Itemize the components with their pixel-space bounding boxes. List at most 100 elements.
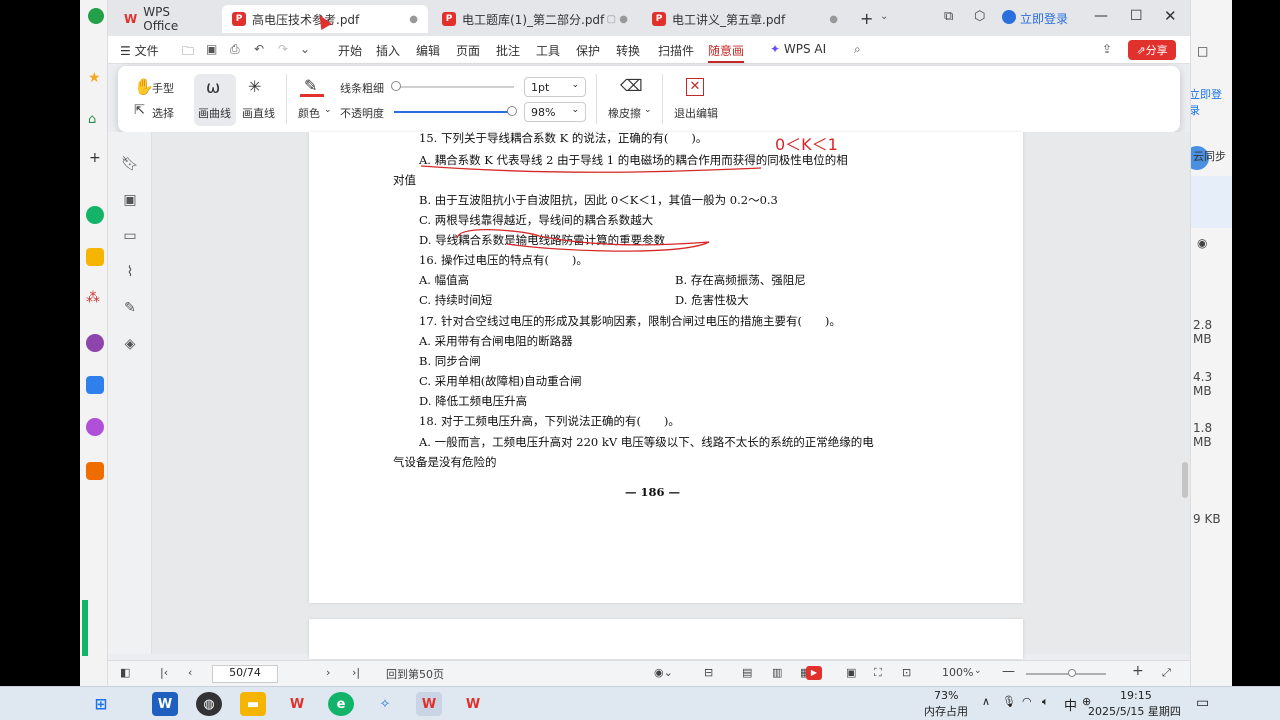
app-icon[interactable] — [86, 206, 104, 224]
zoom-value[interactable]: 100% — [942, 666, 973, 679]
line-tool-label[interactable]: 画直线 — [242, 105, 275, 121]
menu-insert[interactable]: 插入 — [376, 42, 400, 59]
windows-start-icon[interactable]: ⊞ — [88, 692, 114, 716]
minimize-icon[interactable]: □ — [1197, 44, 1208, 58]
exit-edit-label[interactable]: 退出编辑 — [674, 105, 718, 121]
chevron-down-icon[interactable]: ⌄ — [324, 105, 332, 115]
exit-edit-icon[interactable]: ✕ — [686, 78, 704, 96]
menu-freehand-draw[interactable]: 随意画 — [708, 42, 745, 63]
clock-date[interactable]: 2025/5/15 星期四 — [1088, 703, 1181, 719]
microphone-icon[interactable]: 🎙︎ — [1002, 695, 1016, 708]
cloud-upload-icon[interactable]: ⇪ — [1102, 42, 1112, 56]
menu-edit[interactable]: 编辑 — [416, 42, 440, 59]
home-icon[interactable]: ⌂ — [88, 112, 96, 127]
thumbnail-icon[interactable]: ▣ — [120, 192, 140, 212]
eraser-icon[interactable]: ⌫ — [620, 76, 643, 95]
chevron-down-icon[interactable]: ⌄ — [974, 666, 982, 676]
thickness-slider-track[interactable] — [394, 86, 514, 88]
menu-annotate[interactable]: 批注 — [496, 42, 520, 59]
menu-convert[interactable]: 转换 — [616, 42, 640, 59]
previous-page-icon[interactable]: ‹ — [188, 666, 192, 679]
tab-document[interactable]: P 电工讲义_第五章.pdf ● — [642, 5, 848, 33]
line-spark-icon[interactable]: ✳ — [248, 77, 261, 96]
attachment-icon[interactable]: ⌇ — [120, 264, 140, 284]
menu-page[interactable]: 页面 — [456, 42, 480, 59]
app-icon[interactable] — [86, 418, 104, 436]
wifi-icon[interactable]: ◠ — [1022, 695, 1032, 708]
hand-icon[interactable]: ✋ — [134, 77, 154, 96]
app-icon[interactable]: ◍ — [196, 692, 222, 716]
save-icon[interactable]: ▣ — [206, 42, 217, 56]
notification-icon[interactable]: ▭ — [1196, 695, 1209, 711]
zoom-slider[interactable] — [1026, 673, 1106, 675]
crop-icon[interactable]: ⊡ — [902, 666, 911, 679]
input-method[interactable]: 中 — [1064, 695, 1077, 714]
thickness-select[interactable]: 1pt ⌄ — [524, 77, 586, 97]
share-icon[interactable]: ⁂ — [86, 290, 104, 308]
play-icon[interactable]: ▶ — [806, 666, 822, 680]
bookmark-icon[interactable]: 🔖︎ — [120, 156, 140, 176]
thickness-slider-thumb[interactable] — [391, 81, 401, 91]
zoom-in-icon[interactable]: + — [1132, 663, 1144, 679]
fit-width-icon[interactable]: ⊟ — [704, 666, 713, 679]
app-icon[interactable] — [86, 334, 104, 352]
window-restore-icon[interactable]: ⧉ — [944, 9, 953, 24]
new-tab-icon[interactable]: + — [860, 9, 873, 28]
login-button[interactable]: 立即登录 — [1020, 10, 1068, 27]
hand-tool-label[interactable]: 手型 — [152, 80, 174, 96]
wps-active-icon[interactable]: W — [416, 692, 442, 716]
maximize-icon[interactable]: ☐ — [1130, 8, 1143, 24]
close-icon[interactable]: ● — [829, 14, 838, 25]
chevron-down-icon[interactable]: ⌄ — [880, 11, 888, 22]
wps-icon[interactable]: W — [284, 692, 310, 716]
file-explorer-icon[interactable]: ▬ — [240, 692, 266, 716]
clock-time[interactable]: 19:15 — [1120, 689, 1152, 702]
app-icon[interactable] — [86, 376, 104, 394]
close-icon[interactable]: ● — [409, 14, 418, 25]
page-number-input[interactable]: 50/74 — [212, 665, 278, 683]
opacity-slider-thumb[interactable] — [506, 106, 517, 116]
user-avatar-icon[interactable] — [1002, 10, 1016, 24]
bg-login-link[interactable]: 立即登录 — [1191, 86, 1232, 118]
comment-icon[interactable]: ▭ — [120, 228, 140, 248]
first-page-icon[interactable]: |‹ — [160, 666, 168, 679]
select-tool-label[interactable]: 选择 — [152, 105, 174, 121]
gamepad-icon[interactable] — [86, 462, 104, 480]
search-icon[interactable]: ⌕ — [854, 42, 861, 57]
layers-icon[interactable]: ◈ — [120, 336, 140, 356]
cube-icon[interactable]: ⬡ — [974, 9, 985, 24]
open-folder-icon[interactable]: 🗀 — [182, 42, 194, 63]
wps-icon[interactable]: W — [460, 692, 486, 716]
undo-icon[interactable]: ↶ — [254, 42, 264, 56]
add-icon[interactable]: + — [89, 150, 101, 166]
menu-file[interactable]: ☰ 文件 — [120, 42, 159, 59]
star-icon[interactable]: ★ — [88, 70, 101, 86]
single-page-icon[interactable]: ▤ — [742, 666, 752, 679]
app-icon[interactable] — [88, 8, 104, 24]
close-window-icon[interactable]: ✕ — [1164, 7, 1177, 25]
eye-icon[interactable]: ◉ — [1197, 236, 1207, 250]
opacity-slider-track[interactable] — [394, 111, 514, 113]
color-dropdown[interactable]: 颜色 — [298, 105, 320, 121]
minimize-icon[interactable]: — — [1094, 8, 1108, 24]
zoom-out-icon[interactable]: — — [1002, 664, 1015, 679]
print-icon[interactable]: ⎙ — [230, 42, 240, 57]
app-icon[interactable] — [86, 248, 104, 266]
sync-label[interactable]: 云同步 — [1193, 148, 1226, 164]
share-button[interactable]: ⇗ 分享 — [1128, 40, 1176, 60]
opacity-select[interactable]: 98% ⌄ — [524, 102, 586, 122]
redo-icon[interactable]: ↷ — [278, 42, 288, 56]
chevron-down-icon[interactable]: ⌄ — [644, 105, 652, 115]
sidebar-toggle-icon[interactable]: ◧ — [120, 666, 130, 679]
chevron-down-icon[interactable]: ⌄ — [300, 42, 310, 56]
menu-protect[interactable]: 保护 — [576, 42, 600, 59]
menu-start[interactable]: 开始 — [338, 42, 362, 59]
vertical-scrollbar-thumb[interactable] — [1182, 462, 1188, 498]
last-page-icon[interactable]: ›| — [352, 666, 360, 679]
pen-icon[interactable]: ✎ — [304, 76, 317, 95]
tab-document[interactable]: P 电工题库(1)_第二部分.pdf ▢ ● — [432, 5, 638, 33]
menu-scan[interactable]: 扫描件 — [658, 42, 694, 59]
tab-home[interactable]: W WPS Office — [114, 5, 218, 33]
fullscreen-icon[interactable]: ⛶ — [874, 666, 882, 680]
document-viewport[interactable]: 15. 下列关于导线耦合系数 K 的说法，正确的有( )。 A. 耦合系数 K … — [152, 131, 1190, 659]
